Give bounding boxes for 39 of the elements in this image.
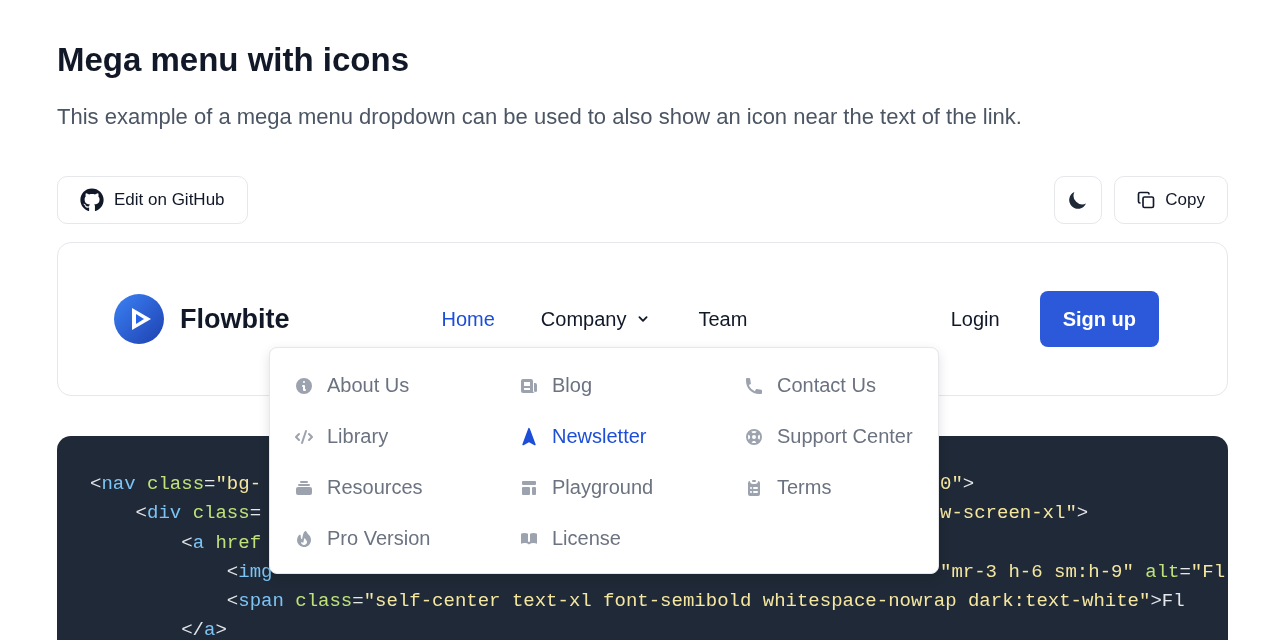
flame-icon	[294, 528, 314, 549]
code-text: "mr-3 h-6 sm:h-9" alt="Fl	[940, 560, 1226, 583]
copy-button[interactable]: Copy	[1114, 176, 1228, 224]
menu-item[interactable]: Newsletter	[519, 411, 744, 462]
code-text: <a href	[180, 531, 262, 554]
edit-on-github-button[interactable]: Edit on GitHub	[57, 176, 248, 224]
info-icon	[294, 375, 314, 396]
lifebuoy-icon	[744, 426, 764, 447]
code-text: <span class="self-center text-xl font-semibold whitespace-nowrap dark:text-white">Fl	[225, 590, 1185, 613]
code-text: <nav class="bg-	[90, 473, 262, 495]
login-link[interactable]: Login	[950, 307, 1000, 331]
github-icon	[80, 188, 104, 212]
menu-item[interactable]: Contact Us	[744, 360, 938, 411]
brand-name: Flowbite	[180, 303, 290, 335]
phone-icon	[744, 375, 764, 396]
menu-item[interactable]: Pro Version	[294, 513, 519, 564]
menu-item[interactable]: Terms	[744, 462, 938, 513]
nav-link[interactable]: Company	[540, 307, 653, 331]
menu-item[interactable]: About Us	[294, 360, 519, 411]
menu-item[interactable]: Playground	[519, 462, 744, 513]
nav-link[interactable]: Home	[441, 307, 495, 331]
navigation-arrow-icon	[519, 426, 539, 447]
menu-item[interactable]: Library	[294, 411, 519, 462]
code-text: </a>	[180, 619, 227, 640]
logo-icon	[114, 294, 164, 344]
menu-item[interactable]: Resources	[294, 462, 519, 513]
code-text: w-screen-xl">	[940, 502, 1089, 525]
dark-mode-button[interactable]	[1054, 176, 1103, 224]
code-text: <img	[225, 560, 273, 583]
page-title: Mega menu with icons	[57, 40, 411, 80]
nav-link[interactable]: Team	[698, 307, 748, 331]
menu-item[interactable]: Blog	[519, 360, 744, 411]
page-description: This example of a mega menu dropdown can be used to also show an icon near the text of the link.	[57, 103, 1023, 131]
sign-up-button[interactable]: Sign up	[1039, 291, 1159, 347]
code-text: 0">	[940, 473, 975, 495]
copy-icon	[1137, 191, 1156, 209]
menu-item[interactable]: License	[519, 513, 744, 564]
code-text: <div class=	[134, 502, 262, 525]
menu-item[interactable]: Support Center	[744, 411, 938, 462]
